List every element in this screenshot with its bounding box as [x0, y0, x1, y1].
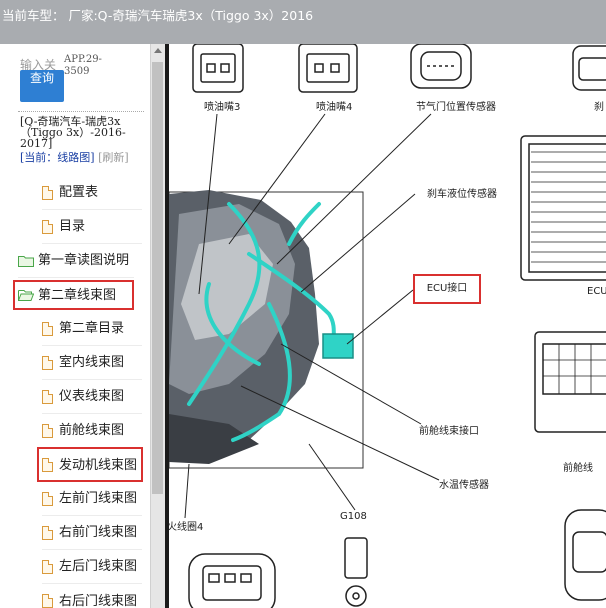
tree-item-left-front-door[interactable]: 左前门线束图: [42, 482, 142, 516]
sidebar-scrollbar[interactable]: [150, 44, 165, 608]
tree-item-label: 目录: [59, 219, 86, 234]
tree-item-instrument-harness[interactable]: 仪表线束图: [42, 380, 142, 414]
engine-harness-diagram: [169, 44, 606, 608]
tree-item-label: 前舱线束图: [59, 423, 125, 438]
bottom-right-connector: [564, 509, 606, 601]
throttle-connector: [410, 44, 472, 89]
label-ecu-partial: ECU: [587, 286, 606, 297]
front-compartment-connector: [534, 331, 606, 433]
window-title-bar: 当前车型： 厂家:Q-奇瑞汽车瑞虎3x（Tiggo 3x）2016: [0, 0, 606, 44]
scroll-up-arrow-icon[interactable]: [154, 48, 162, 53]
tree-item-label: 右后门线束图: [59, 593, 138, 608]
tree-item-chapter2-contents[interactable]: 第二章目录: [42, 312, 142, 346]
tree-item-config-table[interactable]: 配置表: [42, 176, 142, 210]
g108-ground-terminal: [344, 537, 368, 607]
document-icon: [42, 389, 53, 404]
tree-item-label: 配置表: [59, 185, 99, 200]
tree-item-label: 左前门线束图: [59, 491, 138, 506]
ecu-connector: [520, 135, 606, 281]
folder-closed-icon: [18, 255, 34, 267]
label-ignition-coil4: 点火线圈4: [169, 522, 204, 533]
document-icon: [42, 423, 53, 438]
document-icon: [42, 491, 53, 506]
current-location-label: [当前：线路图]: [20, 151, 95, 164]
tree-item-interior-harness[interactable]: 室内线束图: [42, 346, 142, 380]
label-front-compartment-partial: 前舱线: [563, 463, 593, 474]
document-icon: [42, 185, 53, 200]
car-model-link[interactable]: [Q-奇瑞汽车-瑞虎3x（Tiggo 3x）-2016-2017]: [20, 116, 140, 149]
label-front-compartment-connector: 前舱线束接口: [419, 426, 479, 437]
tree-item-label: 第一章读图说明: [38, 253, 130, 268]
label-g108: G108: [340, 511, 367, 522]
injector4-connector: [298, 44, 358, 93]
label-injector4: 喷油嘴4: [316, 102, 353, 113]
document-icon: [42, 525, 53, 540]
tree-item-chapter1[interactable]: 第一章读图说明: [18, 244, 134, 278]
app-code: APP.29-3509: [64, 54, 102, 77]
current-location: [当前：线路图] [刷新]: [20, 152, 145, 164]
label-brake-fluid-sensor: 刹车液位传感器: [427, 189, 497, 200]
tree-item-label: 第二章目录: [59, 321, 125, 336]
label-ecu-connector: ECU接口: [413, 274, 481, 304]
tree-item-label: 左后门线束图: [59, 559, 138, 574]
tree-item-label: 右前门线束图: [59, 525, 138, 540]
document-icon: [42, 559, 53, 574]
document-icon: [42, 355, 53, 370]
highlight-box: [13, 280, 134, 310]
label-water-temp-sensor: 水温传感器: [439, 480, 489, 491]
ignition-coil4-connector: [188, 553, 276, 608]
label-brake-partial: 刹: [594, 102, 604, 113]
scroll-thumb[interactable]: [152, 62, 163, 494]
wiring-diagram-view[interactable]: 喷油嘴3 喷油嘴4 节气门位置传感器 刹 刹车液位传感器 ECU接口 ECU 前…: [169, 44, 606, 608]
query-button[interactable]: 查询: [20, 70, 64, 102]
label-throttle-sensor: 节气门位置传感器: [416, 102, 496, 113]
tree-item-contents[interactable]: 目录: [42, 210, 142, 244]
current-vehicle-title: 当前车型： 厂家:Q-奇瑞汽车瑞虎3x（Tiggo 3x）2016: [2, 8, 314, 23]
document-icon: [42, 594, 53, 608]
label-injector3: 喷油嘴3: [204, 102, 241, 113]
document-icon: [42, 219, 53, 234]
tree-item-right-rear-door[interactable]: 右后门线束图: [42, 584, 142, 608]
tree-item-label: 室内线束图: [59, 355, 125, 370]
injector3-connector: [192, 44, 244, 93]
document-icon: [42, 321, 53, 336]
tree-item-front-compartment-harness[interactable]: 前舱线束图: [42, 414, 142, 448]
brake-connector-partial: [572, 45, 606, 91]
sidebar: 输入关 查询 APP.29-3509 [Q-奇瑞汽车-瑞虎3x（Tiggo 3x…: [0, 44, 150, 608]
tree-item-label: 仪表线束图: [59, 389, 125, 404]
highlight-box: [37, 447, 143, 482]
tree-item-right-front-door[interactable]: 右前门线束图: [42, 516, 142, 550]
tree-item-left-rear-door[interactable]: 左后门线束图: [42, 550, 142, 584]
refresh-link[interactable]: [刷新]: [98, 151, 129, 164]
divider: [18, 111, 144, 112]
ecu-plug-shape: [322, 333, 354, 359]
